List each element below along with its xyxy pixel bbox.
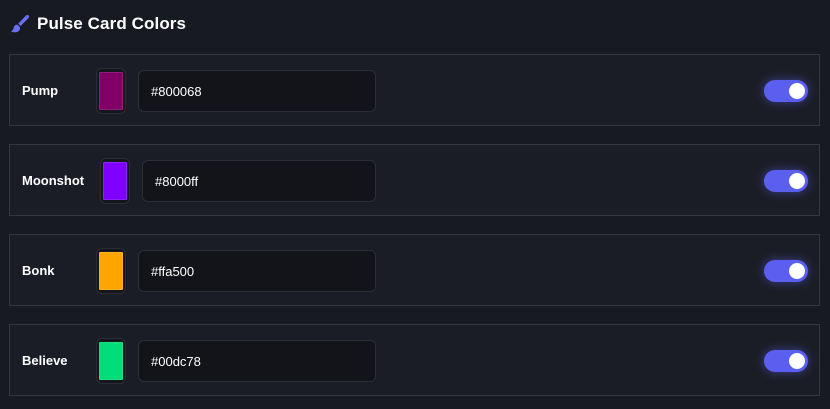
row-label: Believe — [22, 352, 68, 368]
color-swatch — [103, 162, 127, 200]
enable-toggle[interactable] — [764, 80, 808, 102]
color-row-pump: Pump — [9, 54, 820, 126]
color-picker[interactable] — [96, 248, 126, 294]
color-swatch — [99, 342, 123, 380]
row-label: Pump — [22, 82, 59, 98]
section-header: Pulse Card Colors — [10, 12, 186, 36]
color-picker[interactable] — [96, 68, 126, 114]
color-swatch — [99, 72, 123, 110]
hex-input[interactable] — [142, 160, 376, 202]
toggle-knob — [789, 173, 805, 189]
toggle-knob — [789, 263, 805, 279]
enable-toggle[interactable] — [764, 350, 808, 372]
color-row-bonk: Bonk — [9, 234, 820, 306]
color-row-moonshot: Moonshot — [9, 144, 820, 216]
enable-toggle[interactable] — [764, 260, 808, 282]
toggle-knob — [789, 83, 805, 99]
color-picker[interactable] — [96, 338, 126, 384]
hex-input[interactable] — [138, 340, 376, 382]
row-label: Moonshot — [22, 172, 85, 188]
enable-toggle[interactable] — [764, 170, 808, 192]
row-label: Bonk — [22, 262, 55, 278]
hex-input[interactable] — [138, 250, 376, 292]
color-swatch — [99, 252, 123, 290]
paintbrush-icon — [10, 14, 30, 34]
color-row-believe: Believe — [9, 324, 820, 396]
section-title: Pulse Card Colors — [37, 14, 187, 33]
color-picker[interactable] — [100, 158, 130, 204]
toggle-knob — [789, 353, 805, 369]
hex-input[interactable] — [138, 70, 376, 112]
